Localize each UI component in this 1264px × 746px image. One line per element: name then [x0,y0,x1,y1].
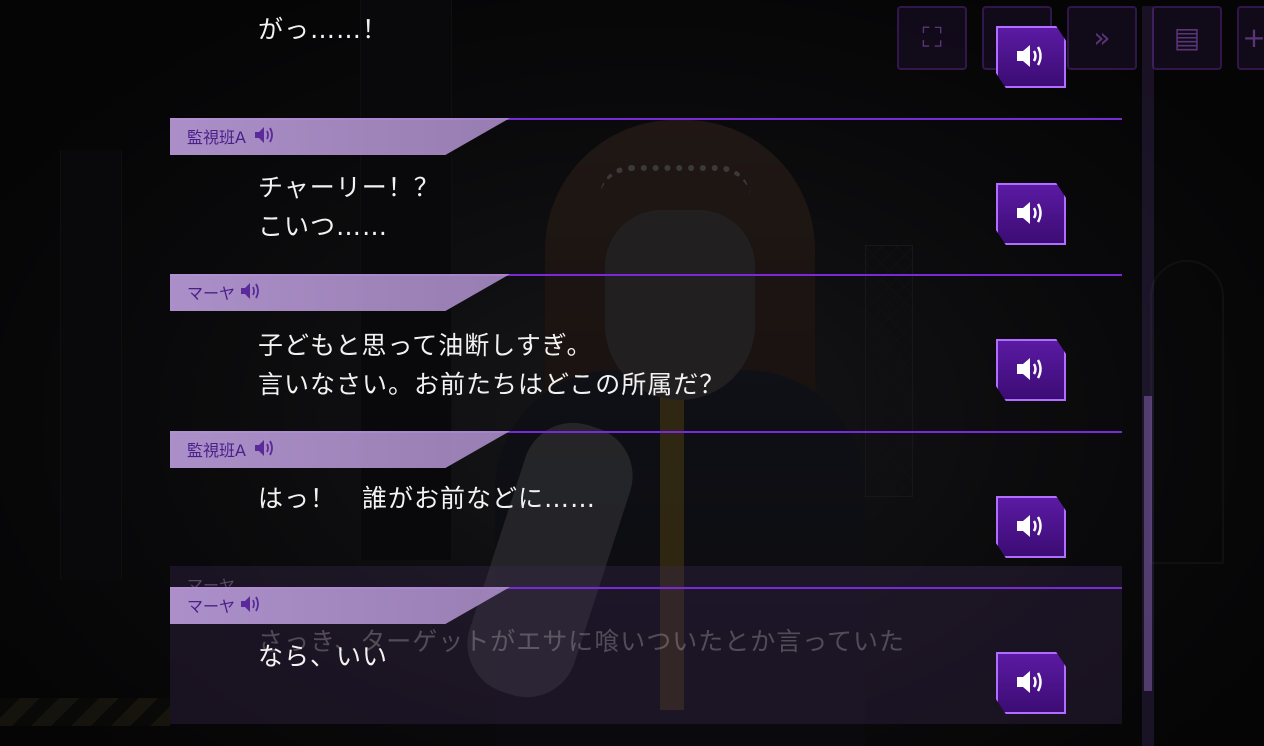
speaker-voice-icon[interactable] [254,439,276,457]
dialogue-line: こいつ…… [258,212,389,241]
speaker-name: 監視班A [187,441,246,460]
speaker-icon [1017,202,1042,224]
dialogue-line: はっ！ 誰がお前などに…… [258,484,597,513]
speaker-tab: 監視班A [170,431,510,468]
menu-button[interactable]: + [1237,6,1264,70]
voice-replay-button[interactable] [996,496,1066,558]
log-scrollbar[interactable] [1142,6,1154,746]
document-icon: ▤ [1173,21,1201,54]
speaker-tab: マーヤ [170,274,510,311]
speaker-icon [1017,358,1042,380]
speaker-voice-icon[interactable] [240,595,262,613]
speaker-tab: マーヤ [170,587,510,624]
speaker-icon [1017,671,1042,693]
dialogue-line: がっ……！ [258,15,389,44]
voice-replay-button[interactable] [996,652,1066,714]
dialogue-line: チャーリー！？ [258,173,440,202]
speaker-voice-icon[interactable] [240,282,262,300]
scrollbar-thumb[interactable] [1144,396,1152,691]
speaker-name: マーヤ [187,597,236,616]
log-entry: がっ……！ [170,0,1122,110]
speaker-icon [1017,45,1042,67]
speaker-name: マーヤ [187,284,236,303]
dialogue-line: 子どもと思って油断しすぎ。 [258,331,593,360]
voice-replay-button[interactable] [996,339,1066,401]
voice-replay-button[interactable] [996,26,1066,88]
dialogue-line: なら、いい [258,642,389,671]
speaker-icon [1017,515,1042,537]
speaker-tab: 監視班A [170,118,510,155]
log-entry: 監視班A チャーリー！？ こいつ…… [170,118,1122,268]
log-entry: マーヤ なら、いい [170,587,1122,723]
menu-icon: + [1242,21,1264,54]
log-entry: 監視班A はっ！ 誰がお前などに…… [170,431,1122,561]
speaker-voice-icon[interactable] [254,126,276,144]
voice-replay-button[interactable] [996,183,1066,245]
backlog-panel: がっ……！ 監視班A チャーリー！？ こいつ…… マーヤ 子どもと思って油断しす… [170,0,1122,746]
dialogue-line: 言いなさい。お前たちはどこの所属だ？ [258,370,726,399]
document-button[interactable]: ▤ [1152,6,1222,70]
speaker-name: 監視班A [187,128,246,147]
log-entry: マーヤ 子どもと思って油断しすぎ。 言いなさい。お前たちはどこの所属だ？ [170,274,1122,424]
